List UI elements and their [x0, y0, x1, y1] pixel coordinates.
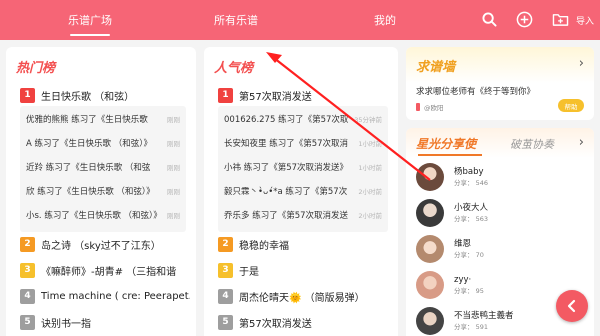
rank-title: 诀别书一指 — [41, 318, 91, 330]
chevron-left-icon — [567, 299, 576, 313]
practice-item[interactable]: 001626.275 练习了《第57次取 35分钟前 — [224, 109, 382, 129]
rank-badge: 5 — [20, 314, 35, 330]
import-label[interactable]: 导入 — [576, 14, 594, 27]
rank-title: 生日快乐歌 （和弦） — [41, 91, 135, 103]
practice-item[interactable]: 欣 练习了《生日快乐歌 （和弦）》 刚刚 — [26, 181, 180, 201]
rank-badge: 1 — [20, 87, 35, 103]
star-user-row[interactable]: 杨baby 分享： 546 — [416, 160, 586, 194]
avatar — [416, 235, 444, 263]
hot-chart-panel: 热门榜 1 生日快乐歌 （和弦） 优雅的熊熊 练习了《生日快乐歌 刚刚 A 练习了… — [6, 47, 196, 336]
active-tab-indicator — [418, 154, 482, 156]
practice-item[interactable]: A 练习了《生日快乐歌 （和弦）》 刚刚 — [26, 133, 180, 153]
rank-title: 稳稳的幸福 — [239, 240, 289, 252]
rank-badge: 2 — [20, 236, 35, 252]
import-folder-icon[interactable] — [551, 10, 569, 28]
rank-title: 周杰伦晴天🌞 （简版易弹） — [239, 292, 365, 304]
practice-item[interactable]: 小s. 练习了《生日快乐歌 （和弦）》 刚刚 — [26, 205, 180, 225]
rank-badge: 4 — [218, 288, 233, 304]
popular-rank-item[interactable]: 3 于是 — [218, 260, 392, 280]
hot-rank-item[interactable]: 3 《嘛醉师》-胡青# （三指和谐 — [20, 260, 190, 280]
hot-rank-item[interactable]: 1 生日快乐歌 （和弦） — [20, 85, 190, 105]
rank-badge: 3 — [20, 262, 35, 278]
star-user-row[interactable]: 小夜大人 分享： 563 — [416, 196, 586, 230]
star-user-row[interactable]: 维恩 分享： 70 — [416, 232, 586, 266]
rank-title: 岛之诗 （sky过不了江东） — [41, 240, 161, 252]
tab-mine[interactable]: 我的 — [374, 12, 396, 28]
rank-title: 第57次取消发送 — [239, 91, 312, 103]
hot-rank-item[interactable]: 5 诀别书一指 — [20, 312, 190, 332]
practice-item[interactable]: 小祎 练习了《第57次取消发送》 1小时前 — [224, 157, 382, 177]
popularity-chart-panel: 人气榜 1 第57次取消发送 001626.275 练习了《第57次取 35分钟前… — [204, 47, 398, 336]
search-icon[interactable] — [480, 10, 498, 28]
chevron-right-icon[interactable]: › — [579, 56, 584, 71]
request-wall-panel[interactable]: 求谱墙 › 求求哪位老师有《终于等到你》 @欧阳 帮助 — [406, 47, 594, 120]
popular-rank-item[interactable]: 4 周杰伦晴天🌞 （简版易弹） — [218, 286, 392, 306]
user-marker-icon — [416, 103, 420, 111]
hot-rank-item[interactable]: 4 Time machine ( cre: Peerapet... — [20, 286, 190, 306]
popular-practice-list: 001626.275 练习了《第57次取 35分钟前 长安知夜里 练习了《第57次… — [218, 106, 388, 232]
request-wall-title: 求谱墙 — [416, 60, 456, 75]
hot-rank-item[interactable]: 2 岛之诗 （sky过不了江东） — [20, 234, 190, 254]
rank-badge: 4 — [20, 288, 35, 304]
top-bar: 乐谱广场 所有乐谱 我的 导入 — [0, 0, 600, 40]
tab-score-square[interactable]: 乐谱广场 — [68, 12, 112, 36]
avatar — [416, 163, 444, 191]
add-icon[interactable] — [515, 10, 533, 28]
practice-item[interactable]: 毅只霖丶•̀ᴗ•́*a 练习了《第57次 2小时前 — [224, 181, 382, 201]
avatar — [416, 271, 444, 299]
tab-star-sharers[interactable]: 星光分享使 — [416, 135, 476, 152]
rank-badge: 1 — [218, 87, 233, 103]
practice-item[interactable]: 乔乐多 练习了《第57次取消发送 2小时前 — [224, 205, 382, 225]
rank-title: 第57次取消发送 — [239, 318, 312, 330]
request-user: @欧阳 — [416, 102, 444, 112]
help-button[interactable]: 帮助 — [558, 99, 584, 112]
tab-all-scores[interactable]: 所有乐谱 — [214, 12, 258, 28]
practice-item[interactable]: 长安知夜里 练习了《第57次取消 1小时前 — [224, 133, 382, 153]
practice-item[interactable]: 优雅的熊熊 练习了《生日快乐歌 刚刚 — [26, 109, 180, 129]
avatar — [416, 199, 444, 227]
hot-chart-title: 热门榜 — [16, 61, 56, 76]
rank-badge: 2 — [218, 236, 233, 252]
rank-badge: 3 — [218, 262, 233, 278]
tab-cocoon-concert[interactable]: 破茧协奏 — [510, 136, 554, 152]
popular-rank-item[interactable]: 2 稳稳的幸福 — [218, 234, 392, 254]
chevron-right-icon[interactable]: › — [579, 135, 584, 150]
avatar — [416, 307, 444, 335]
rank-title: 于是 — [239, 266, 259, 278]
rank-title: Time machine ( cre: Peerapet... — [41, 290, 190, 302]
popular-rank-item[interactable]: 5 第57次取消发送 — [218, 312, 392, 332]
rank-title: 《嘛醉师》-胡青# （三指和谐 — [41, 266, 177, 278]
rank-badge: 5 — [218, 314, 233, 330]
practice-item[interactable]: 近羚 练习了《生日快乐歌 （和弦 刚刚 — [26, 157, 180, 177]
request-message: 求求哪位老师有《终于等到你》 — [416, 87, 536, 97]
hot-practice-list: 优雅的熊熊 练习了《生日快乐歌 刚刚 A 练习了《生日快乐歌 （和弦）》 刚刚 近羚… — [20, 106, 186, 232]
popularity-chart-title: 人气榜 — [214, 61, 254, 76]
popular-rank-item[interactable]: 1 第57次取消发送 — [218, 85, 392, 105]
back-floating-button[interactable] — [556, 290, 588, 322]
